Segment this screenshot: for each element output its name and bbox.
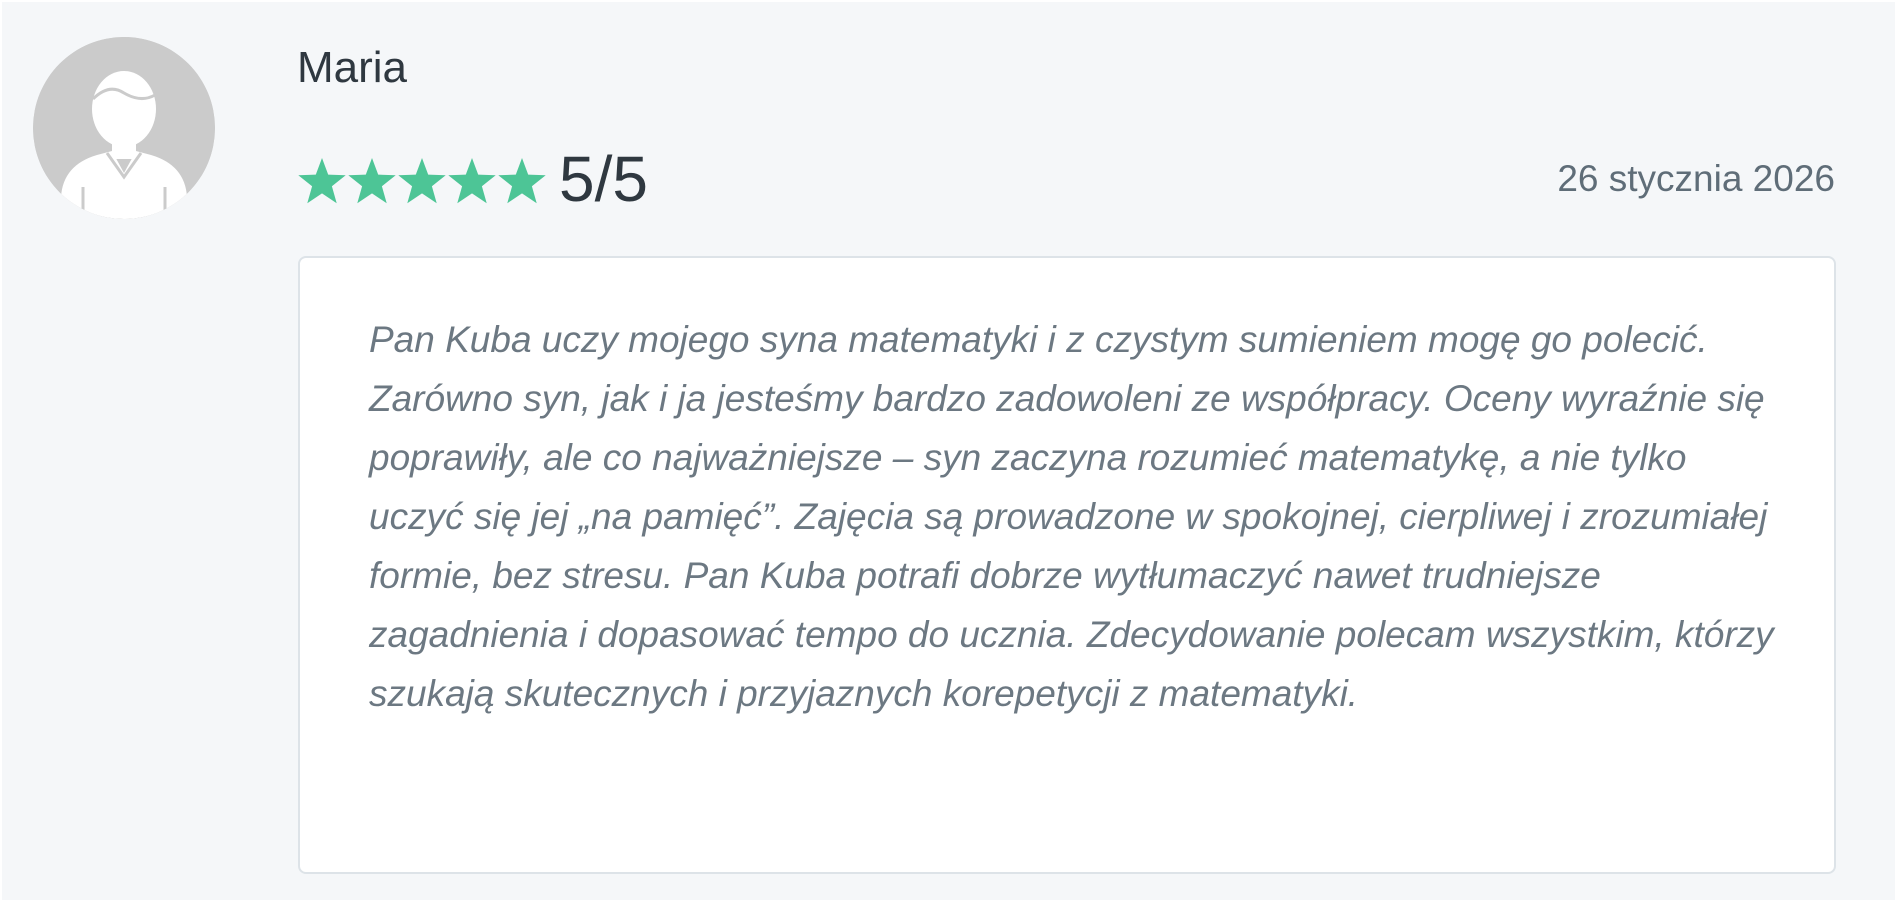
star-icon bbox=[348, 158, 396, 204]
star-icon bbox=[498, 158, 546, 204]
star-icon bbox=[398, 158, 446, 204]
user-avatar-icon bbox=[33, 37, 215, 219]
review-text-box: Pan Kuba uczy mojego syna matematyki i z… bbox=[298, 256, 1836, 874]
rating-score: 5/5 bbox=[559, 143, 648, 215]
star-icon bbox=[448, 158, 496, 204]
review-card: Maria 5/5 26 stycznia 2026 Pan Kuba uczy… bbox=[2, 2, 1895, 900]
star-icon bbox=[298, 158, 346, 204]
reviewer-name: Maria bbox=[297, 43, 408, 92]
review-text: Pan Kuba uczy mojego syna matematyki i z… bbox=[369, 319, 1774, 714]
star-rating bbox=[297, 156, 547, 208]
review-date: 26 stycznia 2026 bbox=[1557, 158, 1835, 199]
